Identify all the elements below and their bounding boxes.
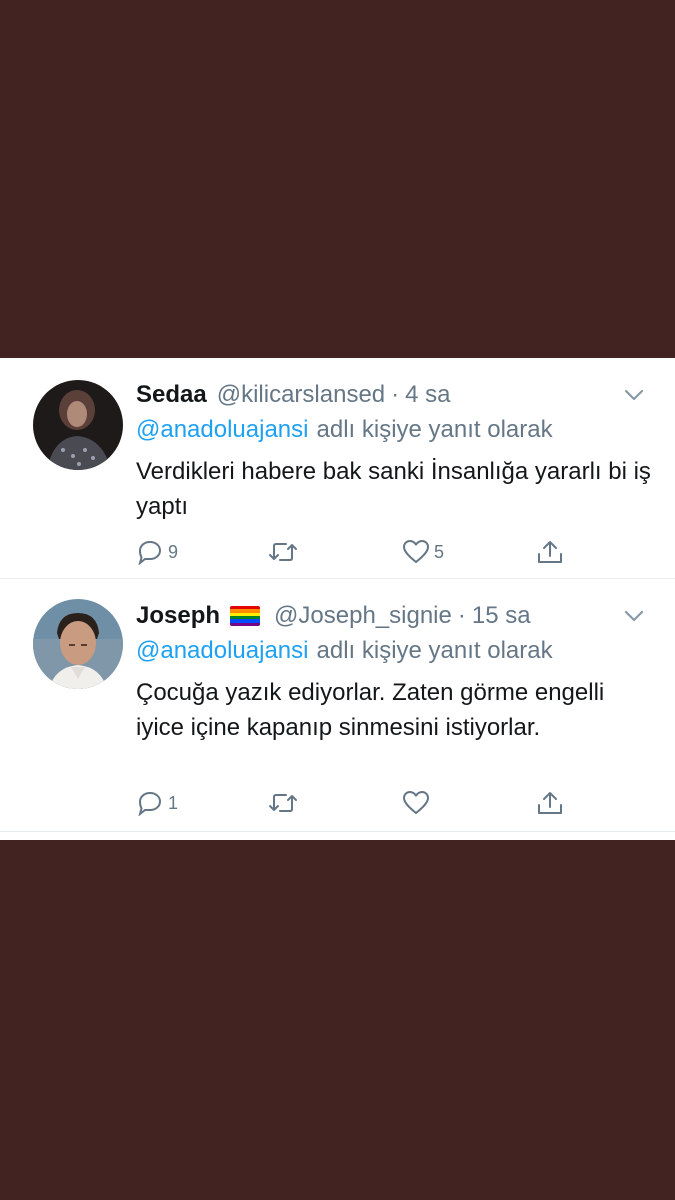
reply-count: 1 xyxy=(168,792,179,813)
tweet-list: Sedaa @kilicarslansed · 4 sa @anadoluaja… xyxy=(0,358,675,840)
reply-icon xyxy=(136,539,164,565)
share-icon xyxy=(536,539,564,565)
chevron-down-icon[interactable] xyxy=(623,605,645,627)
display-name[interactable]: Joseph xyxy=(136,602,220,630)
like-button[interactable] xyxy=(402,790,430,816)
like-button[interactable]: 5 xyxy=(402,539,444,565)
reply-button[interactable]: 9 xyxy=(136,539,178,565)
reply-context-text: adlı kişiye yanıt olarak xyxy=(316,416,553,443)
avatar[interactable] xyxy=(33,599,123,689)
user-handle[interactable]: @kilicarslansed xyxy=(217,381,385,409)
reply-count: 9 xyxy=(168,541,179,562)
reply-button[interactable]: 1 xyxy=(136,790,178,816)
timestamp[interactable]: 4 sa xyxy=(405,381,450,409)
retweet-button[interactable] xyxy=(268,539,298,565)
retweet-icon xyxy=(268,790,298,816)
tweet-header: Sedaa @kilicarslansed · 4 sa xyxy=(136,378,451,412)
display-name[interactable]: Sedaa xyxy=(136,381,207,409)
tweet-item[interactable]: Joseph @Joseph_signie · 15 sa @anadoluaj… xyxy=(0,579,675,832)
retweet-button[interactable] xyxy=(268,790,298,816)
reply-icon xyxy=(136,790,164,816)
rainbow-flag-emoji xyxy=(230,606,261,626)
heart-icon xyxy=(402,790,430,816)
reply-context: @anadoluajansi adlı kişiye yanıt olarak xyxy=(136,416,553,444)
tweet-text: Çocuğa yazık ediyorlar. Zaten görme enge… xyxy=(136,679,605,741)
share-button[interactable] xyxy=(536,790,564,816)
top-background xyxy=(0,0,675,358)
bottom-background xyxy=(0,840,675,1200)
reply-context: @anadoluajansi adlı kişiye yanıt olarak xyxy=(136,637,553,665)
tweet-item[interactable]: Sedaa @kilicarslansed · 4 sa @anadoluaja… xyxy=(0,358,675,579)
time-separator: · xyxy=(457,602,466,629)
share-icon xyxy=(536,790,564,816)
avatar[interactable] xyxy=(33,380,123,470)
retweet-icon xyxy=(268,539,298,565)
reply-mention-link[interactable]: @anadoluajansi xyxy=(136,416,309,443)
tweet-actions: 9 5 xyxy=(136,536,576,568)
user-handle[interactable]: @Joseph_signie xyxy=(274,602,452,630)
reply-context-text: adlı kişiye yanıt olarak xyxy=(316,637,553,664)
time-separator: · xyxy=(391,381,400,408)
chevron-down-icon[interactable] xyxy=(623,384,645,406)
tweet-text: Verdikleri habere bak sanki İnsanlığa ya… xyxy=(136,458,651,520)
heart-icon xyxy=(402,539,430,565)
share-button[interactable] xyxy=(536,539,564,565)
tweet-header: Joseph @Joseph_signie · 15 sa xyxy=(136,599,531,633)
reply-mention-link[interactable]: @anadoluajansi xyxy=(136,637,309,664)
tweet-actions: 1 xyxy=(136,787,576,819)
timestamp[interactable]: 15 sa xyxy=(472,602,531,630)
like-count: 5 xyxy=(434,541,445,562)
